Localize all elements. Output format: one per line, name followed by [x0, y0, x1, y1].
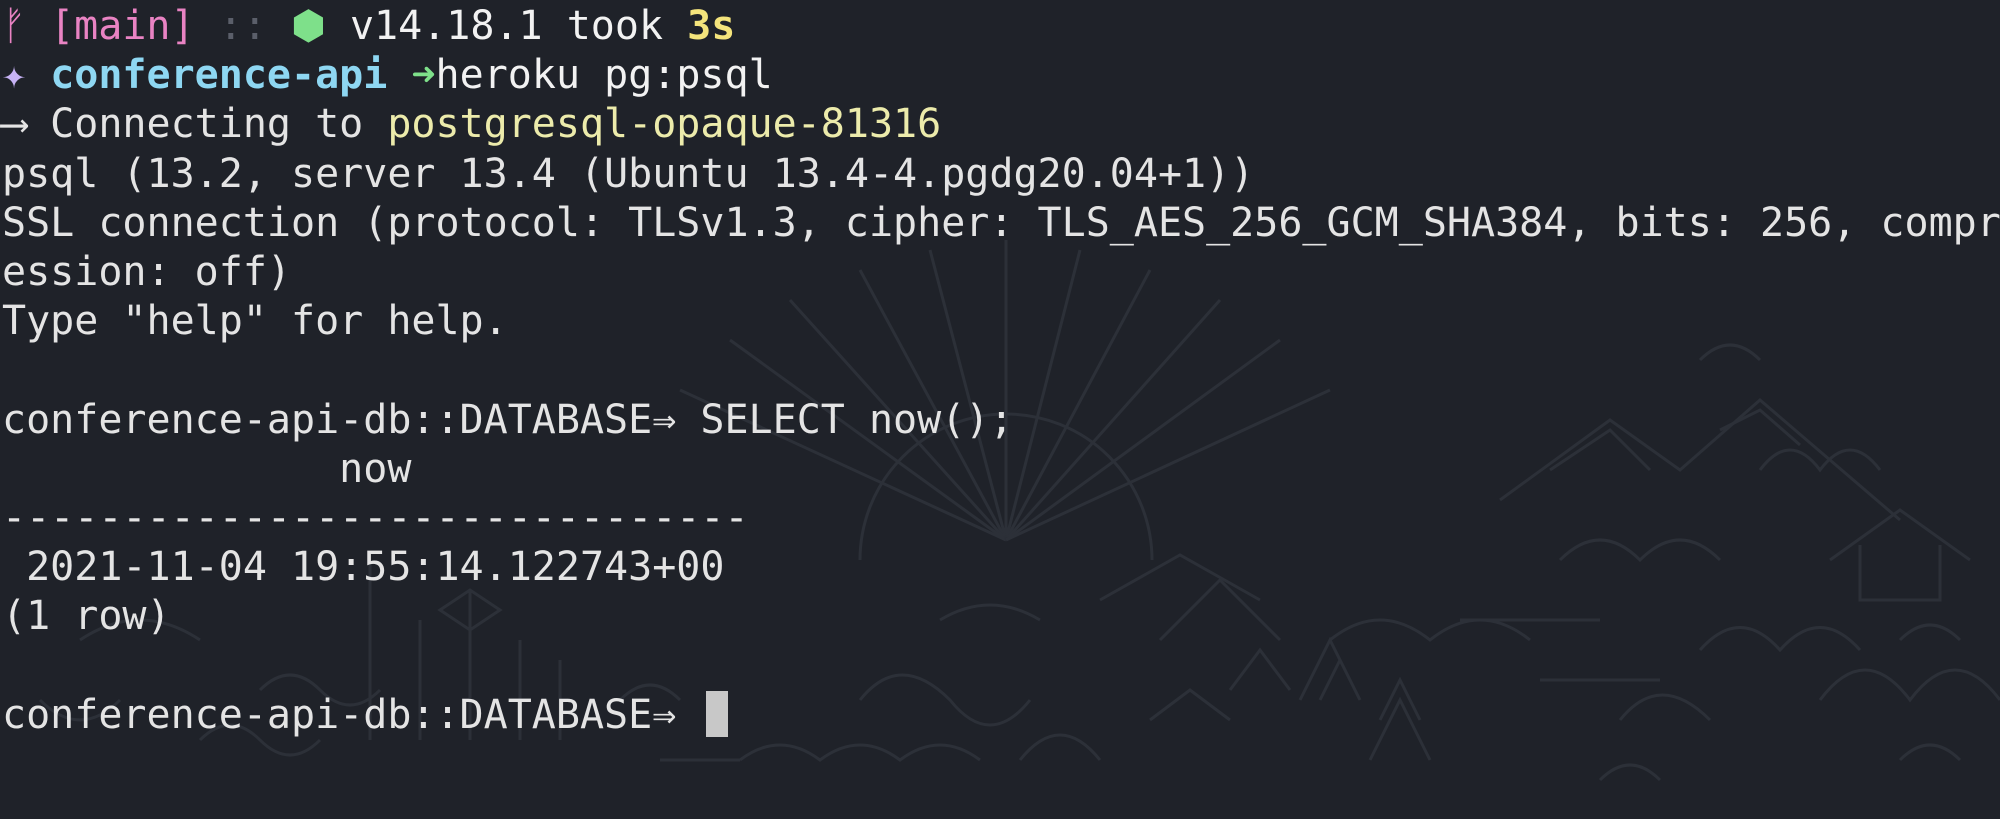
sparkle-icon: ✦	[2, 52, 27, 99]
result-row: 2021-11-04 19:55:14.122743+00	[2, 544, 725, 591]
help-hint-line: Type "help" for help.	[2, 298, 508, 345]
shell-command-line: ✦ conference-api ➜heroku pg:psql	[2, 51, 2000, 100]
node-version: v14.18.1	[349, 3, 543, 49]
psql-prompt: conference-api-db::DATABASE⇒	[2, 396, 677, 443]
psql-version-line: psql (13.2, server 13.4 (Ubuntu 13.4-4.p…	[2, 150, 1255, 197]
node-hexagon-icon: ⬢	[290, 3, 326, 49]
row-count: (1 row)	[2, 593, 171, 640]
terminal-window[interactable]: ᚠ [main] :: ⬢ v14.18.1 took 3s ✦ confere…	[0, 0, 2000, 819]
ssl-info-line-1: SSL connection (protocol: TLSv1.3, ciphe…	[2, 199, 2000, 246]
database-host: postgresql-opaque-81316	[387, 101, 942, 148]
connecting-prefix: ⟶ Connecting to	[2, 101, 388, 148]
shell-prompt-status: ᚠ [main] :: ⬢ v14.18.1 took 3s	[2, 2, 2000, 51]
prompt-separator: ::	[218, 3, 267, 49]
command-duration: 3s	[687, 3, 736, 49]
psql-prompt: conference-api-db::DATABASE⇒	[2, 691, 677, 738]
connecting-line: ⟶ Connecting to postgresql-opaque-81316	[2, 100, 2000, 149]
git-branch-name: [main]	[50, 3, 195, 49]
arrow-right-icon: ➜	[411, 52, 436, 99]
ssl-info-line-2: ession: off)	[2, 248, 291, 295]
psql-query-line: conference-api-db::DATABASE⇒ SELECT now(…	[2, 396, 2000, 445]
result-divider: -------------------------------	[2, 494, 749, 541]
result-column-header: now	[2, 445, 412, 492]
current-directory: conference-api	[50, 52, 388, 99]
text-cursor[interactable]	[706, 690, 729, 737]
git-branch-icon: ᚠ	[2, 3, 26, 49]
terminal-output: ᚠ [main] :: ⬢ v14.18.1 took 3s ✦ confere…	[2, 2, 2000, 740]
sql-statement: SELECT now();	[700, 396, 1014, 443]
typed-command: heroku pg:psql	[435, 52, 773, 99]
took-label: took	[566, 3, 664, 49]
psql-input-line[interactable]: conference-api-db::DATABASE⇒	[2, 690, 2000, 740]
